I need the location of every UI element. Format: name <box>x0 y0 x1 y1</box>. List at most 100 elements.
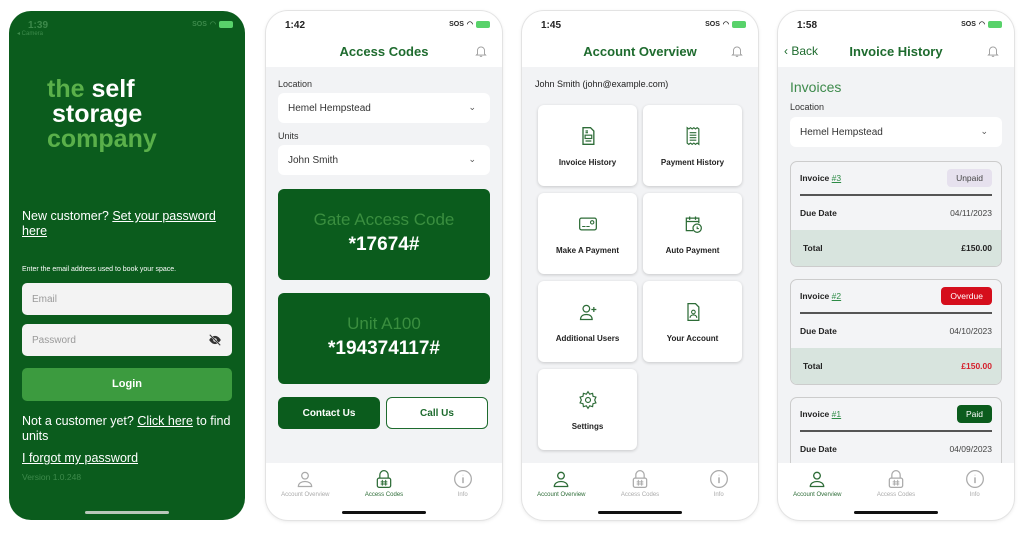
forgot-password-link[interactable]: I forgot my password <box>22 451 138 465</box>
chevron-down-icon: ⌄ <box>980 126 988 136</box>
units-label: Units <box>278 131 299 141</box>
home-indicator <box>598 511 682 514</box>
status-bar: 1:42 SOS ◠ <box>266 11 502 37</box>
tile-payment-history[interactable]: Payment History <box>643 105 742 186</box>
wifi-icon: ◠ <box>466 21 473 28</box>
receipt-icon <box>686 126 699 146</box>
gate-code-card: Gate Access Code *17674# <box>278 189 490 280</box>
logo: the self storage company <box>47 75 157 153</box>
chevron-down-icon: ⌄ <box>468 154 476 164</box>
location-select[interactable]: Hemel Hempstead ⌄ <box>790 117 1002 147</box>
info-icon <box>709 470 728 488</box>
login-button[interactable]: Login <box>22 368 232 401</box>
bell-icon[interactable] <box>474 43 488 59</box>
tile-settings[interactable]: Settings <box>538 369 637 450</box>
total-value: £150.00 <box>961 243 992 253</box>
tab-info[interactable]: Info <box>935 463 1014 520</box>
invoice-number-link[interactable]: #2 <box>832 291 841 301</box>
tile-additional-users[interactable]: Additional Users <box>538 281 637 362</box>
email-hint: Enter the email address used to book you… <box>22 266 177 273</box>
contact-us-button[interactable]: Contact Us <box>278 397 380 429</box>
tile-auto-payment[interactable]: Auto Payment <box>643 193 742 274</box>
location-select[interactable]: Hemel Hempstead ⌄ <box>278 93 490 123</box>
gear-icon <box>578 390 597 410</box>
chevron-down-icon: ⌄ <box>468 102 476 112</box>
invoice-number-link[interactable]: #1 <box>832 409 841 419</box>
status-badge: Overdue <box>941 287 992 305</box>
tile-make-a-payment[interactable]: Make A Payment <box>538 193 637 274</box>
eye-slash-icon[interactable] <box>208 333 222 347</box>
not-customer-text: Not a customer yet? Click here to find u… <box>22 414 231 443</box>
person-icon <box>298 471 313 488</box>
battery-icon <box>988 20 1002 28</box>
back-to-app-link[interactable]: ◂ Camera <box>17 30 43 37</box>
total-value: £150.00 <box>961 361 992 371</box>
lock-hash-icon <box>632 470 648 488</box>
home-indicator <box>342 511 426 514</box>
bell-icon[interactable] <box>730 43 744 59</box>
battery-icon <box>219 20 233 28</box>
status-icons: SOS ◠ <box>705 20 746 28</box>
call-us-button[interactable]: Call Us <box>386 397 488 429</box>
total-row: Total £150.00 <box>791 230 1001 266</box>
invoice-icon <box>581 127 594 145</box>
info-icon <box>453 470 472 488</box>
status-bar: 1:39 SOS ◠ <box>9 11 245 37</box>
status-bar: 1:58 SOS ◠ <box>778 11 1014 37</box>
home-indicator <box>854 511 938 514</box>
tab-account-overview[interactable]: Account Overview <box>778 463 857 520</box>
battery-icon <box>476 20 490 28</box>
status-icons: SOS ◠ <box>961 20 1002 28</box>
new-customer-text: New customer? Set your password here <box>22 209 216 238</box>
home-indicator <box>85 511 169 514</box>
location-label: Location <box>278 79 313 89</box>
wifi-icon: ◠ <box>209 21 216 28</box>
invoice-card[interactable]: Invoice #3 Unpaid Due Date 04/11/2023 Tota… <box>790 161 1002 267</box>
page-title: Account Overview <box>583 44 697 59</box>
location-label: Location <box>790 102 825 112</box>
page-title: Access Codes <box>339 44 429 59</box>
access-codes-screen: 1:42 SOS ◠ Access Codes Location Hemel He… <box>266 11 502 520</box>
divider <box>800 312 992 314</box>
user-plus-icon <box>579 304 596 321</box>
status-badge: Paid <box>956 405 992 423</box>
wifi-icon: ◠ <box>978 21 985 28</box>
tab-account-overview[interactable]: Account Overview <box>522 463 601 520</box>
login-screen: 1:39 SOS ◠ ◂ Camera the self storage comp… <box>9 11 245 520</box>
status-bar: 1:45 SOS ◠ <box>522 11 758 37</box>
tab-info[interactable]: Info <box>679 463 758 520</box>
due-date-value: 04/10/2023 <box>949 326 992 336</box>
tile-your-account[interactable]: Your Account <box>643 281 742 362</box>
lock-hash-icon <box>888 470 904 488</box>
lock-hash-icon <box>376 470 392 488</box>
divider <box>800 194 992 196</box>
gate-code-value: *17674# <box>348 234 420 255</box>
person-icon <box>809 471 825 488</box>
tile-invoice-history[interactable]: Invoice History <box>538 105 637 186</box>
bell-icon[interactable] <box>986 43 1000 59</box>
status-badge: Unpaid <box>947 169 992 187</box>
card-icon <box>578 217 597 231</box>
total-row: Total £150.00 <box>791 348 1001 384</box>
divider <box>800 430 992 432</box>
email-input[interactable]: Email <box>22 283 232 315</box>
password-input[interactable]: Password <box>22 324 232 356</box>
gate-code-label: Gate Access Code <box>313 210 455 229</box>
header: Access Codes <box>266 37 502 67</box>
invoice-number-link[interactable]: #3 <box>832 173 841 183</box>
calendar-clock-icon <box>685 216 702 233</box>
header: Account Overview <box>522 37 758 67</box>
battery-icon <box>732 20 746 28</box>
due-date-value: 04/09/2023 <box>949 444 992 454</box>
units-select[interactable]: John Smith ⌄ <box>278 145 490 175</box>
person-icon <box>553 471 569 488</box>
invoice-history-screen: 1:58 SOS ◠ ‹ Back Invoice History Invoice… <box>778 11 1014 520</box>
tab-account-overview[interactable]: Account Overview <box>266 463 345 520</box>
info-icon <box>965 470 984 488</box>
user-info: John Smith (john@example.com) <box>535 79 669 89</box>
wifi-icon: ◠ <box>722 21 729 28</box>
tab-info[interactable]: Info <box>423 463 502 520</box>
invoice-card[interactable]: Invoice #2 Overdue Due Date 04/10/2023 Tot… <box>790 279 1002 385</box>
find-units-link[interactable]: Click here <box>137 414 193 428</box>
version-label: Version 1.0.248 <box>22 472 82 482</box>
